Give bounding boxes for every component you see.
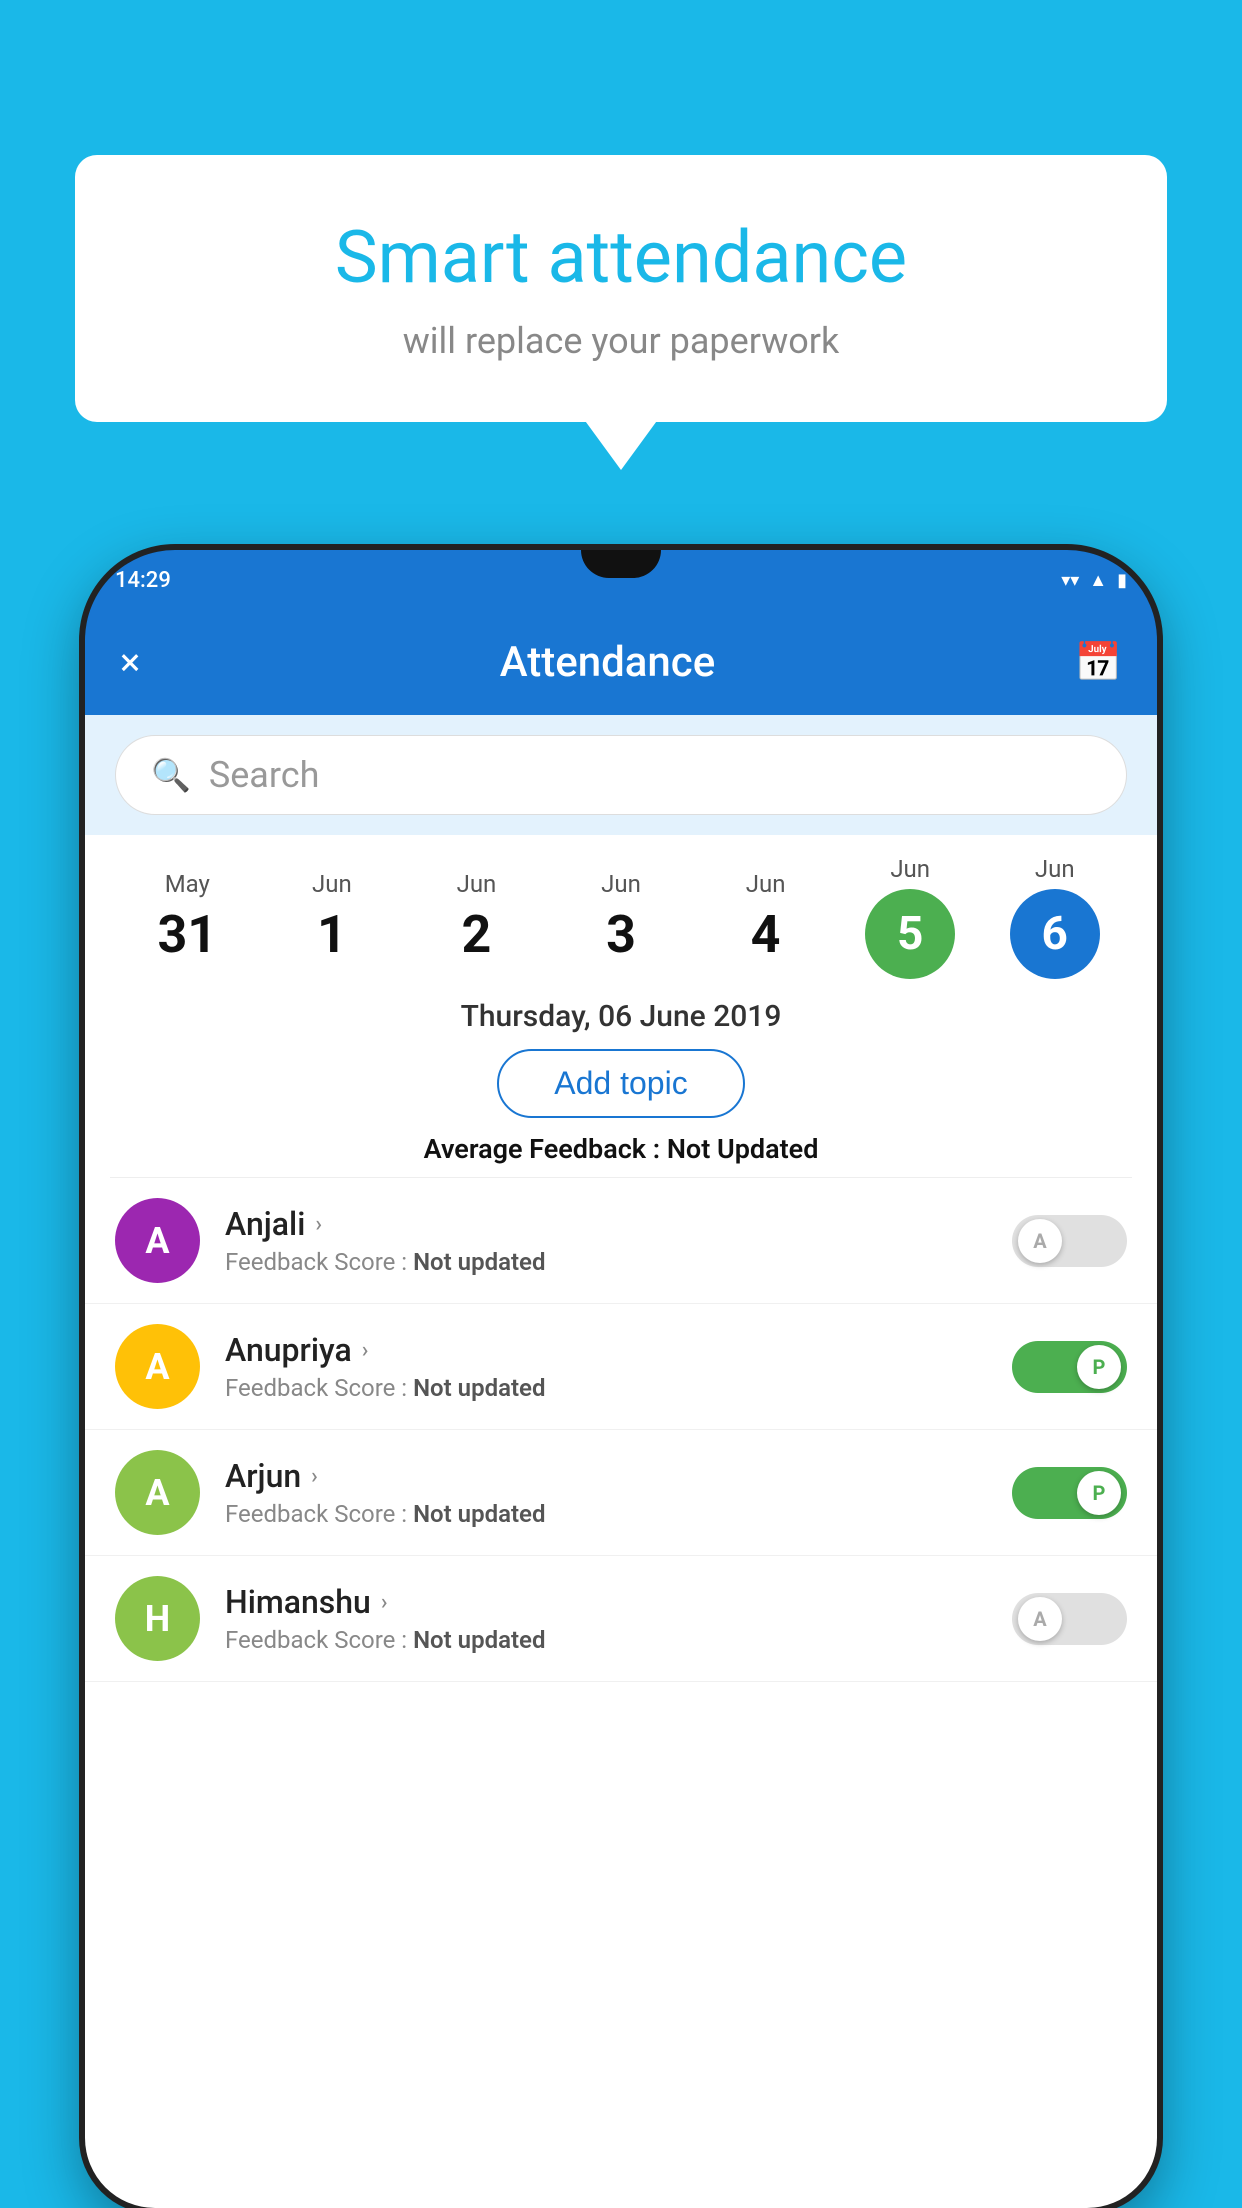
date-day: 6 [1010, 889, 1100, 979]
student-info: Anupriya › Feedback Score : Not updated [225, 1331, 987, 1402]
bubble-title: Smart attendance [155, 215, 1087, 300]
date-month: Jun [601, 870, 641, 898]
student-item-2[interactable]: A Arjun › Feedback Score : Not updated P [85, 1430, 1157, 1556]
close-button[interactable]: × [120, 641, 140, 685]
date-day: 2 [462, 904, 492, 965]
date-month: Jun [1035, 855, 1075, 883]
student-feedback: Feedback Score : Not updated [225, 1248, 987, 1276]
app-bar-title: Attendance [500, 638, 715, 687]
toggle-thumb: A [1018, 1219, 1062, 1263]
avatar: H [115, 1576, 200, 1661]
student-name: Anupriya › [225, 1331, 987, 1369]
date-month: May [165, 870, 210, 898]
search-container: 🔍 Search [85, 715, 1157, 835]
student-name: Arjun › [225, 1457, 987, 1495]
date-col-6[interactable]: Jun 6 [982, 855, 1127, 979]
date-day: 4 [751, 904, 781, 965]
date-col-3[interactable]: Jun 3 [549, 870, 694, 965]
toggle-wrap: A [1012, 1593, 1127, 1645]
status-time: 14:29 [115, 568, 171, 593]
selected-date-label: Thursday, 06 June 2019 [85, 999, 1157, 1034]
app-bar: × Attendance 📅 [85, 610, 1157, 715]
date-day: 5 [865, 889, 955, 979]
avg-feedback-value: Not Updated [667, 1133, 819, 1165]
toggle-wrap: A [1012, 1215, 1127, 1267]
student-item-1[interactable]: A Anupriya › Feedback Score : Not updated P [85, 1304, 1157, 1430]
student-item-3[interactable]: H Himanshu › Feedback Score : Not updated A [85, 1556, 1157, 1682]
feedback-value: Not updated [413, 1626, 545, 1654]
date-month: Jun [312, 870, 352, 898]
date-col-5[interactable]: Jun 5 [838, 855, 983, 979]
calendar-icon[interactable]: 📅 [1075, 641, 1122, 685]
date-strip: May 31 Jun 1 Jun 2 Jun 3 Jun 4 Jun 5 Jun 6 [85, 835, 1157, 979]
search-placeholder: Search [209, 754, 320, 796]
notch [581, 550, 661, 578]
signal-icon: ▲ [1089, 570, 1107, 591]
date-day: 1 [317, 904, 347, 965]
student-info: Himanshu › Feedback Score : Not updated [225, 1583, 987, 1654]
avg-feedback-prefix: Average Feedback : [424, 1133, 667, 1165]
feedback-value: Not updated [413, 1248, 545, 1276]
toggle-wrap: P [1012, 1341, 1127, 1393]
avatar: A [115, 1324, 200, 1409]
chevron-icon: › [315, 1212, 322, 1237]
speech-bubble-container: Smart attendance will replace your paper… [75, 155, 1167, 422]
toggle-thumb: P [1077, 1471, 1121, 1515]
feedback-value: Not updated [413, 1374, 545, 1402]
date-day: 3 [606, 904, 636, 965]
status-bar: 14:29 ▾▾ ▲ ▮ [85, 550, 1157, 610]
student-item-0[interactable]: A Anjali › Feedback Score : Not updated A [85, 1178, 1157, 1304]
attendance-toggle[interactable]: P [1012, 1341, 1127, 1393]
date-col-2[interactable]: Jun 2 [404, 870, 549, 965]
attendance-toggle[interactable]: A [1012, 1215, 1127, 1267]
toggle-thumb: A [1018, 1597, 1062, 1641]
wifi-icon: ▾▾ [1061, 570, 1079, 591]
date-col-1[interactable]: Jun 1 [260, 870, 405, 965]
avatar: A [115, 1198, 200, 1283]
date-col-0[interactable]: May 31 [115, 870, 260, 965]
status-icons: ▾▾ ▲ ▮ [1061, 570, 1127, 591]
speech-bubble: Smart attendance will replace your paper… [75, 155, 1167, 422]
chevron-icon: › [381, 1590, 388, 1615]
student-info: Anjali › Feedback Score : Not updated [225, 1205, 987, 1276]
toggle-thumb: P [1077, 1345, 1121, 1389]
student-name: Anjali › [225, 1205, 987, 1243]
search-bar[interactable]: 🔍 Search [115, 735, 1127, 815]
feedback-value: Not updated [413, 1500, 545, 1528]
battery-icon: ▮ [1117, 570, 1127, 591]
bubble-subtitle: will replace your paperwork [155, 320, 1087, 362]
avg-feedback: Average Feedback : Not Updated [85, 1133, 1157, 1165]
chevron-icon: › [362, 1338, 369, 1363]
date-month: Jun [457, 870, 497, 898]
toggle-wrap: P [1012, 1467, 1127, 1519]
phone-frame: 14:29 ▾▾ ▲ ▮ × Attendance 📅 🔍 Search May… [85, 550, 1157, 2208]
student-info: Arjun › Feedback Score : Not updated [225, 1457, 987, 1528]
avatar: A [115, 1450, 200, 1535]
attendance-toggle[interactable]: A [1012, 1593, 1127, 1645]
attendance-toggle[interactable]: P [1012, 1467, 1127, 1519]
date-day: 31 [157, 904, 217, 965]
chevron-icon: › [311, 1464, 318, 1489]
search-icon: 🔍 [151, 756, 191, 794]
date-month: Jun [746, 870, 786, 898]
student-feedback: Feedback Score : Not updated [225, 1374, 987, 1402]
date-col-4[interactable]: Jun 4 [693, 870, 838, 965]
phone-screen: 🔍 Search May 31 Jun 1 Jun 2 Jun 3 Jun 4 Jun 5 Jun 6 T… [85, 715, 1157, 2208]
student-feedback: Feedback Score : Not updated [225, 1626, 987, 1654]
date-month: Jun [890, 855, 930, 883]
add-topic-button[interactable]: Add topic [497, 1049, 744, 1118]
student-feedback: Feedback Score : Not updated [225, 1500, 987, 1528]
student-list: AAnjali ›Feedback Score : Not updatedAAA… [85, 1178, 1157, 1682]
student-name: Himanshu › [225, 1583, 987, 1621]
